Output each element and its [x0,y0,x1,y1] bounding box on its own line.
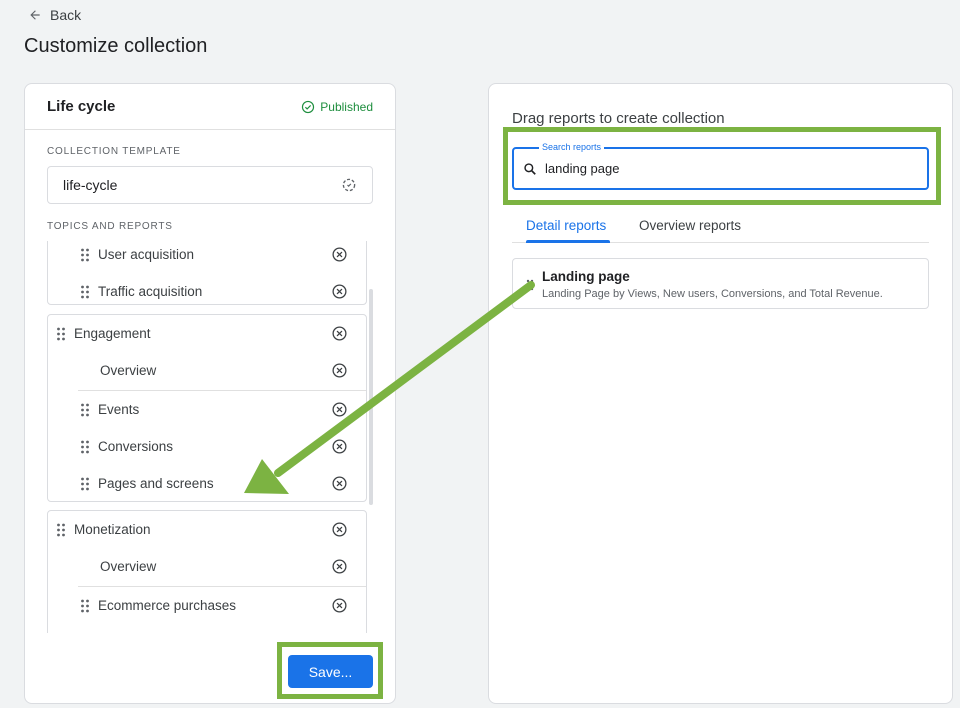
drag-handle-icon[interactable] [80,599,90,613]
tab-overview-reports[interactable]: Overview reports [639,218,741,233]
report-item-label: User acquisition [98,247,195,262]
report-item-label: Overview [100,363,157,378]
topic-group-monetization: Monetization Overview Ecommerce purchase… [47,510,367,633]
report-item-label: Pages and screens [98,476,214,491]
report-item-events[interactable]: Events [48,391,366,428]
template-sync-icon [342,178,356,192]
report-item-conversions[interactable]: Conversions [48,428,366,465]
status-badge: Published [301,100,373,114]
drag-handle-icon[interactable] [80,403,90,417]
topics-label: TOPICS AND REPORTS [47,221,173,232]
report-item-user-acquisition[interactable]: User acquisition [48,241,366,273]
drag-handle-icon[interactable] [80,477,90,491]
remove-icon[interactable] [331,438,348,455]
remove-icon[interactable] [331,558,348,575]
remove-icon[interactable] [331,283,348,300]
back-link[interactable]: Back [28,7,81,23]
result-description: Landing Page by Views, New users, Conver… [542,288,883,300]
collection-template-label: COLLECTION TEMPLATE [47,146,181,157]
active-tab-indicator [526,240,610,243]
remove-icon[interactable] [331,362,348,379]
report-item-engagement-overview[interactable]: Overview [48,352,366,389]
drag-handle-icon[interactable] [80,285,90,299]
report-item-pages-and-screens[interactable]: Pages and screens [48,465,366,502]
template-value: life-cycle [63,177,118,193]
page-title: Customize collection [24,35,208,57]
report-item-label: Events [98,402,140,417]
remove-icon[interactable] [331,325,348,342]
report-item-label: Overview [100,559,157,574]
topic-label: Engagement [74,326,151,341]
collection-title: Life cycle [47,98,116,115]
result-title: Landing page [542,269,630,284]
report-item-traffic-acquisition[interactable]: Traffic acquisition [48,273,366,310]
save-button[interactable]: Save... [288,655,373,688]
drag-handle-icon[interactable] [80,440,90,454]
search-label: Search reports [539,142,605,152]
report-tabs: Detail reports Overview reports [512,212,929,243]
check-circle-icon [302,100,315,113]
back-label: Back [50,7,82,23]
topics-list[interactable]: User acquisition Traffic acquisition Eng… [47,241,373,633]
tab-detail-reports[interactable]: Detail reports [526,218,606,233]
topic-group-acquisition: User acquisition Traffic acquisition [47,241,367,305]
drag-handle-icon[interactable] [80,248,90,262]
search-icon [524,162,536,175]
template-selector[interactable]: life-cycle [47,166,373,204]
remove-icon[interactable] [331,521,348,538]
collection-header: Life cycle Published [25,84,395,130]
remove-icon[interactable] [331,475,348,492]
topic-monetization[interactable]: Monetization [48,511,366,548]
report-item-monetization-overview[interactable]: Overview [48,548,366,585]
remove-icon[interactable] [331,401,348,418]
search-result-landing-page[interactable]: Landing page Landing Page by Views, New … [512,258,929,309]
report-item-label: Conversions [98,439,174,454]
topics-scrollbar[interactable] [369,289,373,505]
report-item-label: Ecommerce purchases [98,598,237,613]
topic-group-engagement: Engagement Overview Events Conversions P… [47,314,367,502]
drag-handle-icon[interactable] [56,327,66,341]
drag-handle-icon[interactable] [526,279,534,291]
topic-engagement[interactable]: Engagement [48,315,366,352]
drag-handle-icon[interactable] [56,523,66,537]
search-field[interactable] [512,147,929,190]
topic-label: Monetization [74,522,151,537]
remove-icon[interactable] [331,597,348,614]
report-item-label: Traffic acquisition [98,284,203,299]
remove-icon[interactable] [331,246,348,263]
report-item-ecommerce-purchases[interactable]: Ecommerce purchases [48,587,366,624]
arrow-left-icon [30,10,40,20]
status-label: Published [320,99,373,114]
search-input[interactable] [545,161,905,176]
collection-editor-panel: Life cycle Published COLLECTION TEMPLATE… [24,83,396,704]
library-title: Drag reports to create collection [512,110,725,127]
